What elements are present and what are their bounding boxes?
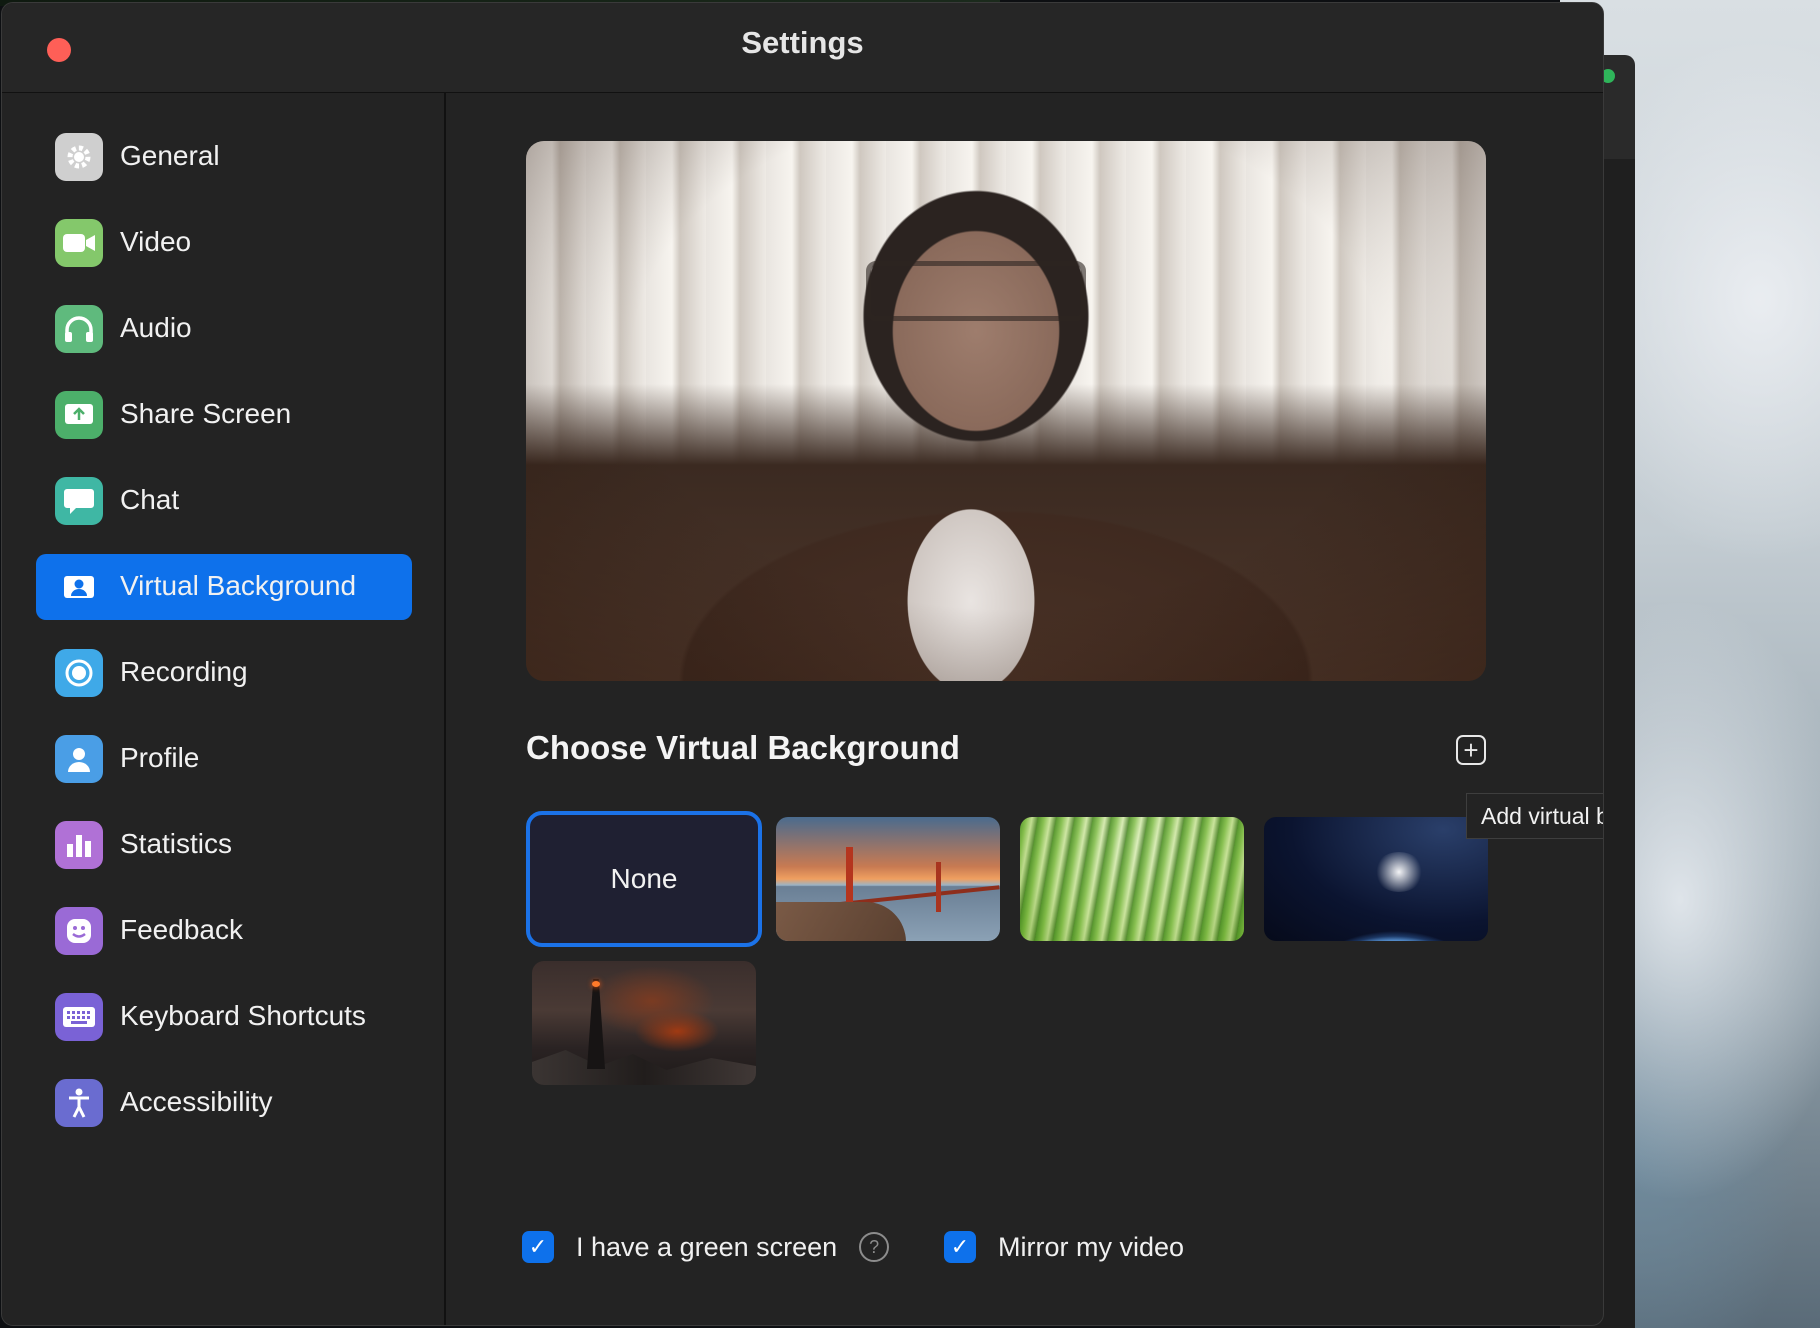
sidebar-item-label: Feedback: [120, 914, 243, 945]
bridge-tower: [936, 862, 941, 912]
settings-window: Settings General Video Audio Share Scree…: [1, 2, 1604, 1326]
mirror-video-label[interactable]: Mirror my video: [998, 1232, 1184, 1263]
sidebar-item-label: Share Screen: [120, 398, 292, 429]
sidebar-item-video[interactable]: Video: [36, 210, 412, 276]
sidebar-item-feedback[interactable]: Feedback: [36, 898, 412, 964]
keyboard-icon: [55, 993, 103, 1041]
gear-icon: [55, 133, 103, 181]
chat-bubble-icon: [55, 477, 103, 525]
sidebar-item-chat[interactable]: Chat: [36, 468, 412, 534]
sidebar-item-statistics[interactable]: Statistics: [36, 812, 412, 878]
mirror-video-checkbox[interactable]: ✓: [944, 1231, 976, 1263]
rocks: [532, 1050, 756, 1085]
preview-vignette: [526, 141, 1486, 681]
mirror-video-option: ✓ Mirror my video: [944, 1231, 1184, 1263]
sidebar-item-label: Accessibility: [120, 1086, 273, 1117]
virtual-background-panel: Choose Virtual Background + Add virtual …: [446, 93, 1603, 1325]
green-screen-checkbox[interactable]: ✓: [522, 1231, 554, 1263]
camera-preview: [526, 141, 1486, 681]
sidebar-item-recording[interactable]: Recording: [36, 640, 412, 706]
window-title: Settings: [741, 25, 864, 60]
headphones-icon: [55, 305, 103, 353]
background-option-dark-tower[interactable]: [532, 961, 756, 1085]
sidebar-item-label: Virtual Background: [120, 570, 357, 601]
add-background-tooltip: Add virtual background image: [1466, 793, 1603, 839]
background-option-golden-gate[interactable]: [776, 817, 1000, 941]
add-background-button[interactable]: +: [1456, 735, 1486, 765]
plus-icon: +: [1463, 735, 1479, 765]
green-screen-option: ✓ I have a green screen ?: [522, 1231, 890, 1263]
background-option-label: None: [610, 863, 678, 894]
green-screen-label[interactable]: I have a green screen: [576, 1232, 837, 1263]
sidebar-item-keyboard-shortcuts[interactable]: Keyboard Shortcuts: [36, 984, 412, 1050]
sidebar-item-audio[interactable]: Audio: [36, 296, 412, 362]
smiley-icon: [55, 907, 103, 955]
video-camera-icon: [55, 219, 103, 267]
sidebar-item-profile[interactable]: Profile: [36, 726, 412, 792]
sidebar-item-accessibility[interactable]: Accessibility: [36, 1070, 412, 1136]
sidebar-item-label: Chat: [120, 484, 180, 515]
sidebar-item-virtual-background[interactable]: Virtual Background: [36, 554, 412, 620]
sidebar-item-label: Keyboard Shortcuts: [120, 1000, 366, 1031]
record-icon: [55, 649, 103, 697]
sun-glow: [1374, 852, 1424, 892]
person-card-icon: [55, 563, 103, 611]
sidebar-item-label: Recording: [120, 656, 248, 687]
sidebar-item-general[interactable]: General: [36, 124, 412, 190]
background-option-grass[interactable]: [1020, 817, 1244, 941]
accessibility-icon: [55, 1079, 103, 1127]
bar-chart-icon: [55, 821, 103, 869]
section-title: Choose Virtual Background: [526, 729, 960, 766]
share-screen-icon: [55, 391, 103, 439]
sidebar-item-label: Audio: [120, 312, 192, 343]
sidebar-item-label: General: [120, 140, 220, 171]
sidebar-item-label: Statistics: [120, 828, 233, 859]
background-option-none[interactable]: None: [526, 811, 762, 947]
background-option-earth[interactable]: [1264, 817, 1488, 941]
sidebar-item-share-screen[interactable]: Share Screen: [36, 382, 412, 448]
sidebar-item-label: Video: [120, 226, 192, 257]
title-bar: Settings: [2, 3, 1603, 93]
tower-eye: [592, 981, 600, 987]
person-icon: [55, 735, 103, 783]
help-icon[interactable]: ?: [859, 1232, 890, 1262]
dark-tower: [587, 979, 605, 1069]
settings-sidebar: General Video Audio Share Screen Chat Vi…: [2, 93, 446, 1325]
sidebar-item-label: Profile: [120, 742, 200, 773]
cliff: [776, 902, 906, 941]
